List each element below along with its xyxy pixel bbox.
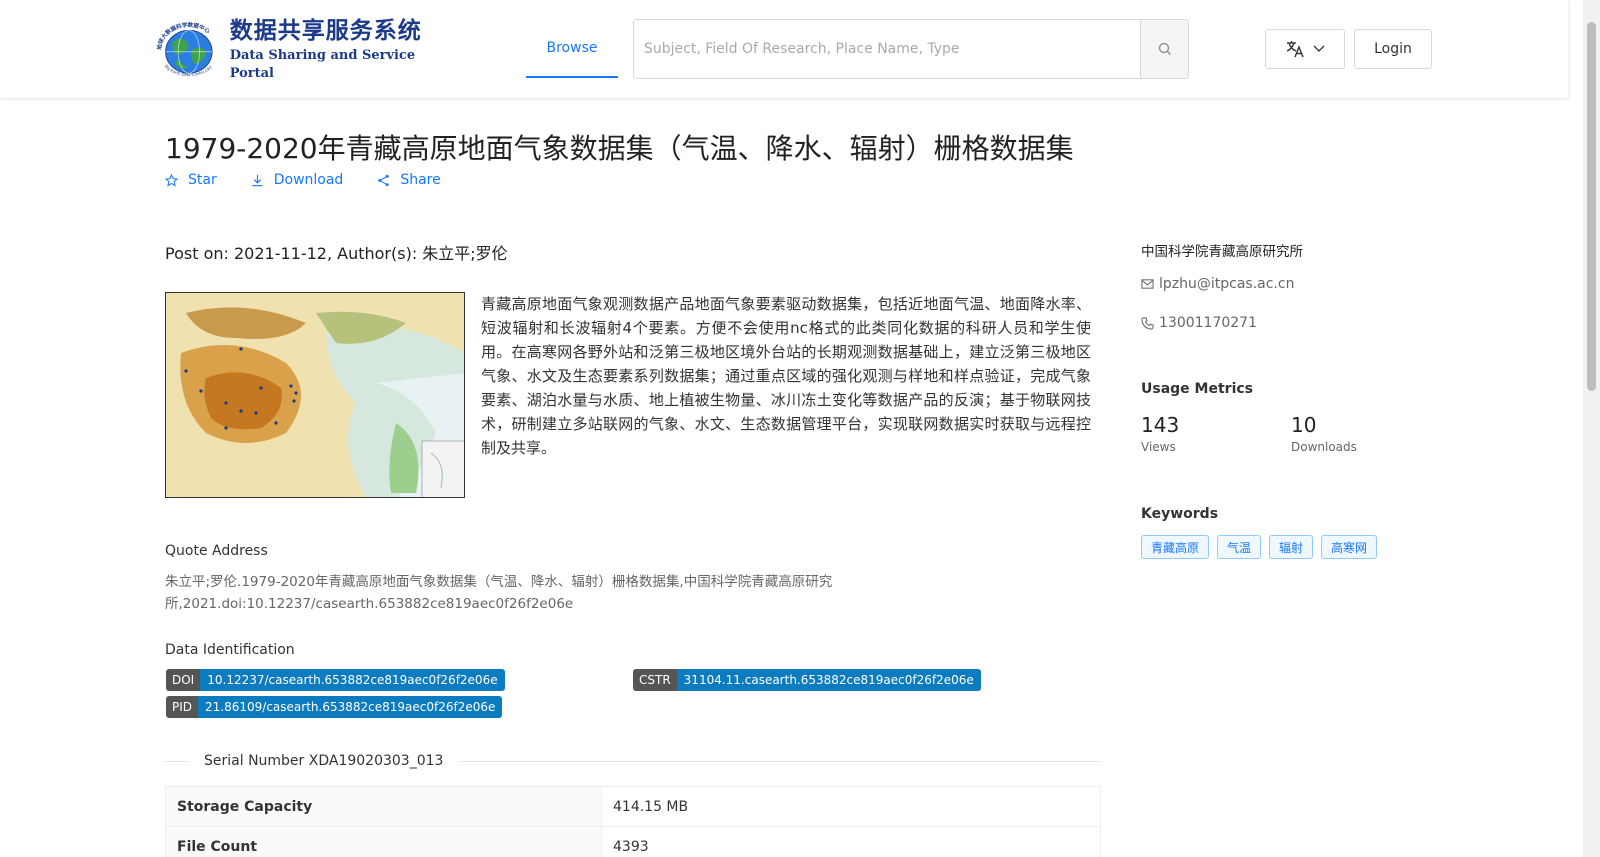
dataset-description: 青藏高原地面气象观测数据产品地面气象要素驱动数据集，包括近地面气温、地面降水率、… bbox=[481, 295, 1091, 457]
search-icon bbox=[1158, 42, 1171, 55]
views-label: Views bbox=[1141, 440, 1176, 454]
scrollbar-thumb[interactable] bbox=[1587, 22, 1596, 391]
organization-name: 中国科学院青藏高原研究所 bbox=[1141, 244, 1303, 260]
downloads-metric: 10 Downloads bbox=[1291, 413, 1357, 454]
quote-address-label: Quote Address bbox=[165, 543, 268, 559]
keyword-tag[interactable]: 辐射 bbox=[1269, 535, 1314, 559]
nav-browse[interactable]: Browse bbox=[526, 20, 618, 78]
search-input[interactable] bbox=[634, 20, 1140, 78]
cstr-key: CSTR bbox=[633, 669, 677, 691]
table-header-cell: Storage Capacity bbox=[165, 787, 602, 826]
data-identification-label: Data Identification bbox=[165, 642, 295, 658]
email-text: lpzhu@itpcas.ac.cn bbox=[1159, 276, 1295, 292]
phone-icon bbox=[1141, 316, 1154, 330]
top-header: 地球大数据科学数据中心 Big Earth Data Center,CAS 数据… bbox=[0, 0, 1568, 98]
doi-value: 10.12237/casearth.653882ce819aec0f26f2e0… bbox=[200, 669, 505, 691]
star-button[interactable]: Star bbox=[165, 172, 217, 188]
language-switcher[interactable] bbox=[1265, 29, 1345, 69]
table-row: Storage Capacity 414.15 MB bbox=[165, 787, 1101, 827]
star-icon bbox=[165, 173, 178, 187]
search-button[interactable] bbox=[1140, 20, 1188, 78]
keywords-list: 青藏高原 气温 辐射 高寒网 bbox=[1141, 535, 1378, 559]
pid-key: PID bbox=[166, 696, 199, 718]
contact-phone[interactable]: 13001170271 bbox=[1141, 315, 1257, 331]
share-button[interactable]: Share bbox=[377, 172, 441, 188]
table-header-cell: File Count bbox=[165, 827, 602, 857]
download-label: Download bbox=[273, 172, 344, 188]
views-metric: 143 Views bbox=[1141, 413, 1179, 454]
contact-email[interactable]: lpzhu@itpcas.ac.cn bbox=[1141, 276, 1294, 292]
logo-title-en: Data Sharing and Service Portal bbox=[229, 48, 416, 81]
doi-badge[interactable]: DOI 10.12237/casearth.653882ce819aec0f26… bbox=[166, 669, 505, 691]
cstr-value: 31104.11.casearth.653882ce819aec0f26f2e0… bbox=[676, 669, 981, 691]
table-value-cell: 414.15 MB bbox=[602, 787, 1101, 826]
post-meta: Post on: 2021-11-12, Author(s): 朱立平;罗伦 bbox=[165, 244, 508, 263]
keyword-tag[interactable]: 青藏高原 bbox=[1141, 535, 1210, 559]
table-row: File Count 4393 bbox=[165, 827, 1101, 857]
login-button[interactable]: Login bbox=[1354, 29, 1432, 69]
pid-badge[interactable]: PID 21.86109/casearth.653882ce819aec0f26… bbox=[166, 696, 503, 718]
dataset-actions: Star Download Share bbox=[165, 172, 475, 188]
serial-number: Serial Number XDA19020303_013 bbox=[188, 753, 460, 769]
cstr-badge[interactable]: CSTR 31104.11.casearth.653882ce819aec0f2… bbox=[633, 669, 981, 691]
search-box bbox=[633, 19, 1189, 79]
table-value-cell: 4393 bbox=[602, 827, 1101, 857]
mail-icon bbox=[1141, 279, 1154, 289]
pid-value: 21.86109/casearth.653882ce819aec0f26f2e0… bbox=[198, 696, 503, 718]
share-label: Share bbox=[400, 172, 441, 188]
dataset-title: 1979-2020年青藏高原地面气象数据集（气温、降水、辐射）栅格数据集 bbox=[165, 132, 1074, 165]
views-count: 143 bbox=[1141, 413, 1180, 437]
share-icon bbox=[378, 174, 390, 186]
dataset-thumbnail-map[interactable] bbox=[165, 292, 465, 498]
usage-metrics-title: Usage Metrics bbox=[1141, 381, 1253, 397]
translate-icon bbox=[1286, 41, 1304, 58]
download-icon bbox=[252, 174, 263, 186]
doi-key: DOI bbox=[166, 669, 201, 691]
keyword-tag[interactable]: 高寒网 bbox=[1321, 535, 1378, 559]
logo-title-cn: 数据共享服务系统 bbox=[229, 17, 422, 44]
keywords-title: Keywords bbox=[1141, 506, 1219, 522]
star-label: Star bbox=[188, 172, 217, 188]
chevron-down-icon bbox=[1313, 45, 1325, 52]
dataset-info-table: Storage Capacity 414.15 MB File Count 43… bbox=[165, 786, 1101, 857]
map-image bbox=[166, 293, 464, 497]
downloads-count: 10 bbox=[1291, 413, 1317, 437]
download-button[interactable]: Download bbox=[251, 172, 344, 188]
globe-logo-icon: 地球大数据科学数据中心 Big Earth Data Center,CAS bbox=[155, 21, 213, 78]
downloads-label: Downloads bbox=[1291, 440, 1357, 454]
phone-text: 13001170271 bbox=[1159, 315, 1257, 331]
site-logo[interactable]: 地球大数据科学数据中心 Big Earth Data Center,CAS 数据… bbox=[154, 17, 439, 81]
keyword-tag[interactable]: 气温 bbox=[1217, 535, 1262, 559]
quote-address-text: 朱立平;罗伦.1979-2020年青藏高原地面气象数据集（气温、降水、辐射）栅格… bbox=[165, 574, 833, 612]
